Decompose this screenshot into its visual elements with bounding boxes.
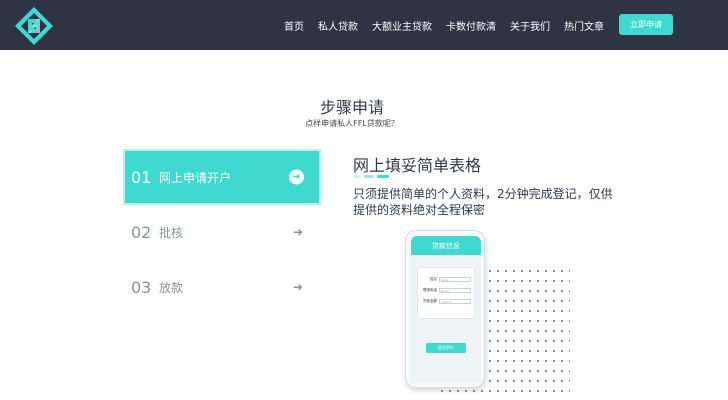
step-label: 放款	[159, 280, 184, 295]
section-subtitle: 点样申请私人FFL贷款呢？	[305, 119, 399, 128]
step-number: 02	[131, 222, 152, 242]
nav-item-card-payoff[interactable]: 卡数付款清	[446, 18, 496, 33]
phone-form-card: 姓名 Name 联络电话 Phone 贷款金额 Amount	[417, 267, 475, 319]
step-number: 03	[131, 277, 152, 297]
nav-item-home[interactable]: 首页	[284, 18, 304, 33]
step-label: 批核	[159, 225, 184, 240]
amount-field[interactable]: Amount	[439, 299, 471, 304]
arrow-right-icon: ➜	[292, 280, 303, 294]
phone-screen: 姓名 Name 联络电话 Phone 贷款金额 Amount 提交资料	[411, 255, 481, 383]
arrow-right-icon: ➜	[289, 169, 304, 185]
title-underline-decoration	[353, 175, 389, 178]
phone-form-row: 联络电话 Phone	[421, 288, 471, 293]
step-label: 网上申请开户	[159, 170, 232, 185]
arrow-right-icon: ➜	[292, 225, 303, 239]
content-title: 网上填妥简单表格	[353, 156, 482, 175]
phone-field[interactable]: Phone	[439, 288, 471, 293]
logo-icon[interactable]	[14, 6, 54, 46]
step-item-approval[interactable]: 02 批核 ➜	[125, 206, 319, 258]
nav-item-articles[interactable]: 热门文章	[564, 18, 604, 33]
main-nav: 首页 私人贷款 大额业主贷款 卡数付款清 关于我们 热门文章	[284, 0, 618, 50]
name-field[interactable]: Name	[439, 277, 471, 282]
phone-form-header: 贷款信息	[411, 236, 481, 255]
step-item-apply[interactable]: 01 网上申请开户 ➜	[125, 151, 319, 203]
form-label: 贷款金额	[423, 299, 437, 303]
nav-item-owner-loan[interactable]: 大额业主贷款	[372, 18, 432, 33]
form-label: 姓名	[430, 277, 437, 281]
content-description: 只须提供简单的个人资料，2分钟完成登记，仅供提供的资料绝对全程保密	[353, 187, 613, 217]
phone-mockup: 贷款信息 姓名 Name 联络电话 Phone 贷款金额 Amount 提交资料	[405, 230, 485, 388]
top-header: 首页 私人贷款 大额业主贷款 卡数付款清 关于我们 热门文章 立即申请	[0, 0, 728, 50]
phone-form-row: 姓名 Name	[421, 277, 471, 282]
section-title: 步骤申请	[319, 98, 384, 117]
nav-item-personal-loan[interactable]: 私人贷款	[318, 18, 358, 33]
phone-form-row: 贷款金额 Amount	[421, 299, 471, 304]
submit-button[interactable]: 提交资料	[426, 343, 466, 353]
apply-now-button[interactable]: 立即申请	[619, 14, 673, 35]
nav-item-about[interactable]: 关于我们	[510, 18, 550, 33]
step-number: 01	[131, 167, 152, 187]
step-item-disbursement[interactable]: 03 放款 ➜	[125, 261, 319, 313]
form-label: 联络电话	[423, 288, 437, 292]
